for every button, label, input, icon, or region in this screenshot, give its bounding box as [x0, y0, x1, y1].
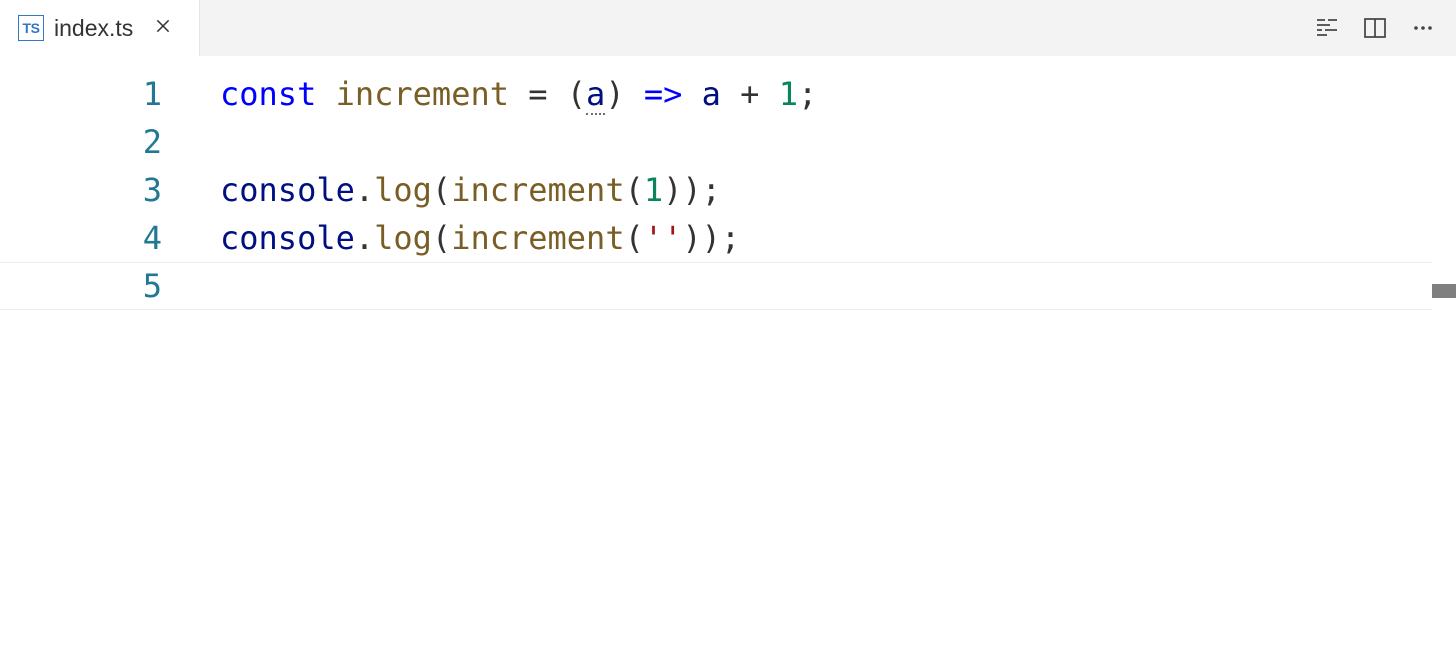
editor-actions	[1314, 0, 1456, 56]
typescript-icon-text: TS	[23, 20, 40, 36]
tab-bar: TS index.ts	[0, 0, 1456, 56]
code-area[interactable]: const increment = (a) => a + 1; console.…	[200, 56, 1456, 668]
prettier-icon	[1315, 16, 1339, 40]
split-editor-button[interactable]	[1362, 15, 1388, 41]
tab-filename: index.ts	[54, 15, 133, 42]
line-number: 2	[0, 118, 200, 166]
code-line-5[interactable]	[200, 262, 1456, 310]
ellipsis-icon	[1411, 16, 1435, 40]
line-number: 3	[0, 166, 200, 214]
tab-close-button[interactable]	[149, 14, 177, 42]
code-line-4[interactable]: console.log(increment(''));	[200, 214, 1456, 262]
line-number: 5	[0, 262, 200, 310]
editor-tab[interactable]: TS index.ts	[0, 0, 200, 56]
line-number-gutter: 1 2 3 4 5	[0, 56, 200, 668]
line-number: 1	[0, 70, 200, 118]
editor-body[interactable]: 1 2 3 4 5 const increment = (a) => a + 1…	[0, 56, 1456, 668]
code-line-2[interactable]	[200, 118, 1456, 166]
more-actions-button[interactable]	[1410, 15, 1436, 41]
tab-bar-spacer	[200, 0, 1314, 56]
overview-ruler-mark[interactable]	[1432, 284, 1456, 298]
typescript-file-icon: TS	[18, 15, 44, 41]
line-number: 4	[0, 214, 200, 262]
code-line-1[interactable]: const increment = (a) => a + 1;	[200, 70, 1456, 118]
close-icon	[154, 17, 172, 40]
split-editor-icon	[1363, 16, 1387, 40]
prettier-format-button[interactable]	[1314, 15, 1340, 41]
code-line-3[interactable]: console.log(increment(1));	[200, 166, 1456, 214]
